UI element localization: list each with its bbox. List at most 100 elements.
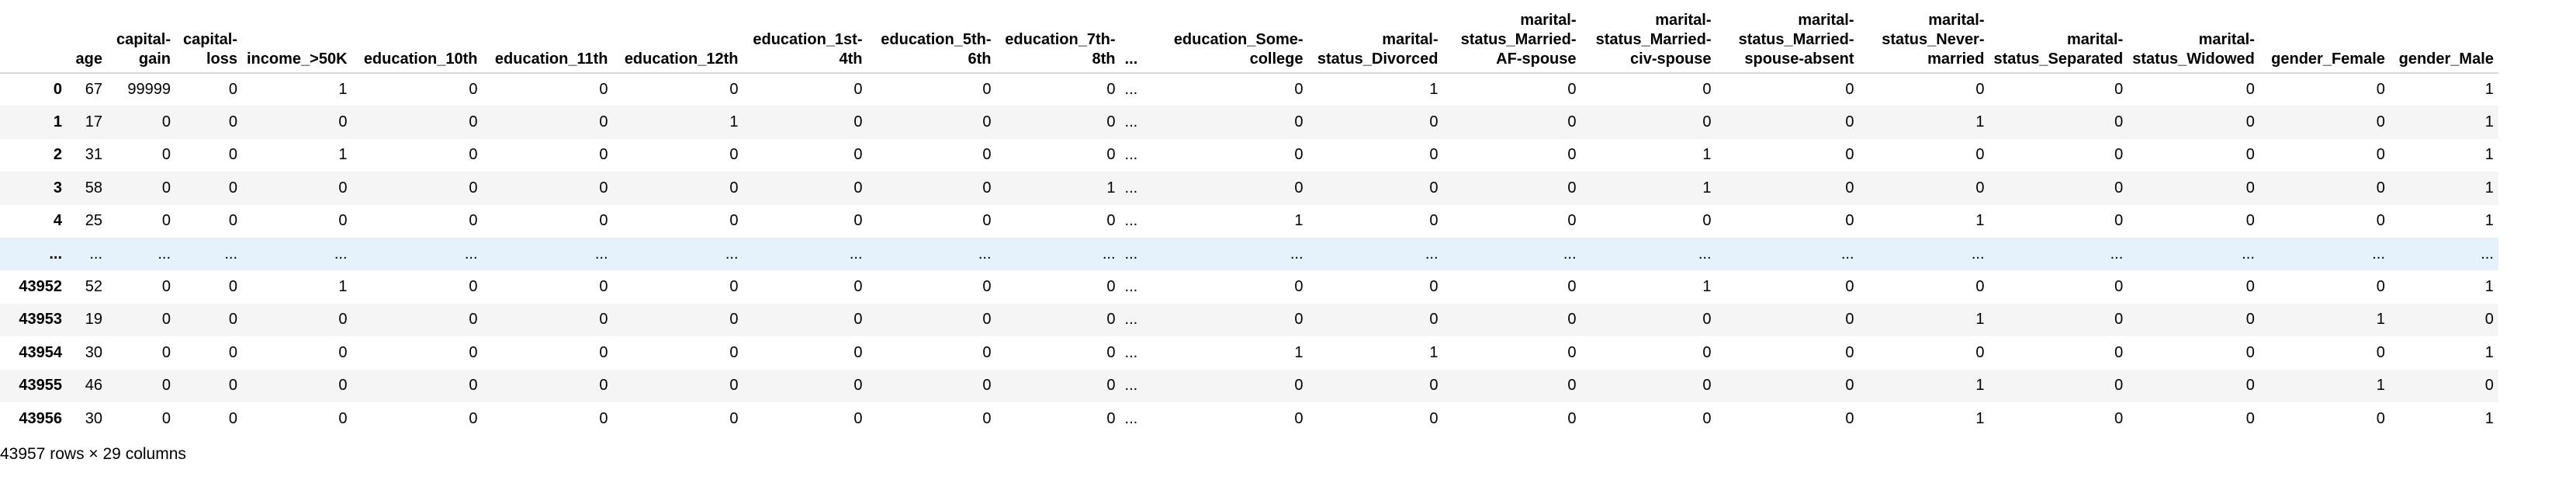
table-cell: 0 — [2484, 377, 2494, 395]
table-cell: 0 — [1567, 81, 1577, 99]
table-cell: 0 — [729, 179, 739, 197]
table-cell: 0 — [2245, 409, 2255, 427]
table-cell: 0 — [1702, 113, 1712, 131]
table-cell: ... — [2372, 245, 2385, 263]
table-cell: 0 — [1294, 146, 1304, 164]
row-index: 43956 — [19, 409, 62, 427]
table-cell: 0 — [1106, 343, 1116, 361]
table-cell: 0 — [469, 113, 478, 131]
row-index: 43952 — [19, 278, 62, 296]
row-index: 43954 — [19, 343, 62, 361]
table-cell: 0 — [853, 179, 863, 197]
table-cell: 0 — [161, 146, 171, 164]
table-cell: 0 — [729, 81, 739, 99]
table-cell: 0 — [1429, 212, 1439, 230]
table-cell: 0 — [338, 113, 348, 131]
table-cell: 1 — [2484, 113, 2494, 131]
table-cell: 0 — [2376, 409, 2385, 427]
table-cell: 0 — [1975, 278, 1985, 296]
table-cell: 0 — [1845, 212, 1854, 230]
table-cell: 0 — [1429, 278, 1439, 296]
table-cell: 0 — [228, 409, 237, 427]
table-cell: 1 — [1702, 179, 1712, 197]
column-header: capital- gain — [107, 11, 175, 74]
table-cell: ... — [594, 245, 608, 263]
table-cell: ... — [1971, 245, 1985, 263]
row-index: ... — [49, 245, 62, 263]
table-cell: 1 — [2484, 343, 2494, 361]
row-index: 43955 — [19, 377, 62, 395]
table-cell: 0 — [2114, 179, 2124, 197]
table-cell: 0 — [1106, 146, 1116, 164]
table-cell: 0 — [161, 179, 171, 197]
table-cell: 0 — [2484, 311, 2494, 329]
table-cell: 0 — [469, 343, 478, 361]
table-cell: 0 — [982, 278, 992, 296]
column-header: income_>50K — [242, 11, 352, 74]
table-cell: 0 — [228, 113, 237, 131]
table-cell: 0 — [1106, 113, 1116, 131]
table-cell: 0 — [1845, 343, 1854, 361]
table-cell: ... — [1124, 113, 1138, 131]
table-cell: 0 — [1702, 212, 1712, 230]
table-cell: 0 — [469, 409, 478, 427]
table-cell: 1 — [1975, 409, 1985, 427]
column-header: gender_Male — [2389, 11, 2498, 74]
table-cell: 0 — [228, 81, 237, 99]
table-cell: 0 — [853, 81, 863, 99]
header-row: age capital- gain capital- loss income_>50K… — [0, 11, 2498, 74]
table-cell: 0 — [1429, 409, 1439, 427]
table-cell: 0 — [2114, 212, 2124, 230]
column-header: marital- status_Married- AF-spouse — [1442, 11, 1581, 74]
table-cell: 0 — [469, 81, 478, 99]
table-cell: ... — [1124, 278, 1138, 296]
column-header: education_Some- college — [1155, 11, 1308, 74]
ellipsis-row: ........................................… — [0, 237, 2498, 271]
table-row: 43956 30 0 0 0 0 0 0 0 0 0... 0 0 0 0 0 1 0 0 0 1 — [0, 402, 2498, 435]
table-cell: 0 — [469, 212, 478, 230]
table-cell: 0 — [1567, 343, 1577, 361]
table-cell: 0 — [1567, 377, 1577, 395]
table-cell: 0 — [982, 409, 992, 427]
table-row: 43955 46 0 0 0 0 0 0 0 0 0... 0 0 0 0 0 1 0 0 1 0 — [0, 369, 2498, 402]
table-cell: 0 — [1294, 278, 1304, 296]
table-cell: 0 — [599, 278, 608, 296]
table-cell: 0 — [1429, 146, 1439, 164]
table-cell: 0 — [161, 212, 171, 230]
table-cell: 1 — [2484, 278, 2494, 296]
table-cell: 0 — [1567, 409, 1577, 427]
table-cell: 0 — [853, 377, 863, 395]
table-cell: 67 — [85, 81, 102, 99]
table-cell: 0 — [2114, 113, 2124, 131]
table-cell: 0 — [1106, 212, 1116, 230]
table-row: 4 25 0 0 0 0 0 0 0 0 0... 1 0 0 0 0 1 0 0 0 1 — [0, 205, 2498, 238]
column-header: education_12th — [612, 11, 743, 74]
table-cell: 0 — [853, 311, 863, 329]
table-cell: 0 — [469, 311, 478, 329]
table-cell: 0 — [2114, 81, 2124, 99]
table-cell: 1 — [2376, 377, 2385, 395]
table-cell: ... — [1425, 245, 1439, 263]
table-cell: 25 — [85, 212, 102, 230]
table-row: 2 31 0 0 1 0 0 0 0 0 0... 0 0 0 1 0 0 0 0 0 1 — [0, 139, 2498, 172]
table-cell: 0 — [982, 343, 992, 361]
table-cell: 0 — [729, 343, 739, 361]
table-cell: 0 — [1702, 343, 1712, 361]
table-cell: 0 — [338, 179, 348, 197]
table-cell: 0 — [1845, 113, 1854, 131]
table-cell: ... — [1124, 311, 1138, 329]
table-cell: 0 — [1845, 278, 1854, 296]
table-cell: 0 — [1702, 81, 1712, 99]
table-cell: ... — [89, 245, 102, 263]
table-cell: 19 — [85, 311, 102, 329]
table-cell: 99999 — [127, 81, 171, 99]
table-cell: 1 — [729, 113, 739, 131]
table-cell: 1 — [2376, 311, 2385, 329]
table-cell: 0 — [2114, 311, 2124, 329]
table-cell: 0 — [599, 377, 608, 395]
table-cell: 0 — [982, 377, 992, 395]
table-cell: ... — [1124, 81, 1138, 99]
table-cell: 0 — [1106, 278, 1116, 296]
table-cell: ... — [1124, 179, 1138, 197]
table-cell: 0 — [1975, 146, 1985, 164]
